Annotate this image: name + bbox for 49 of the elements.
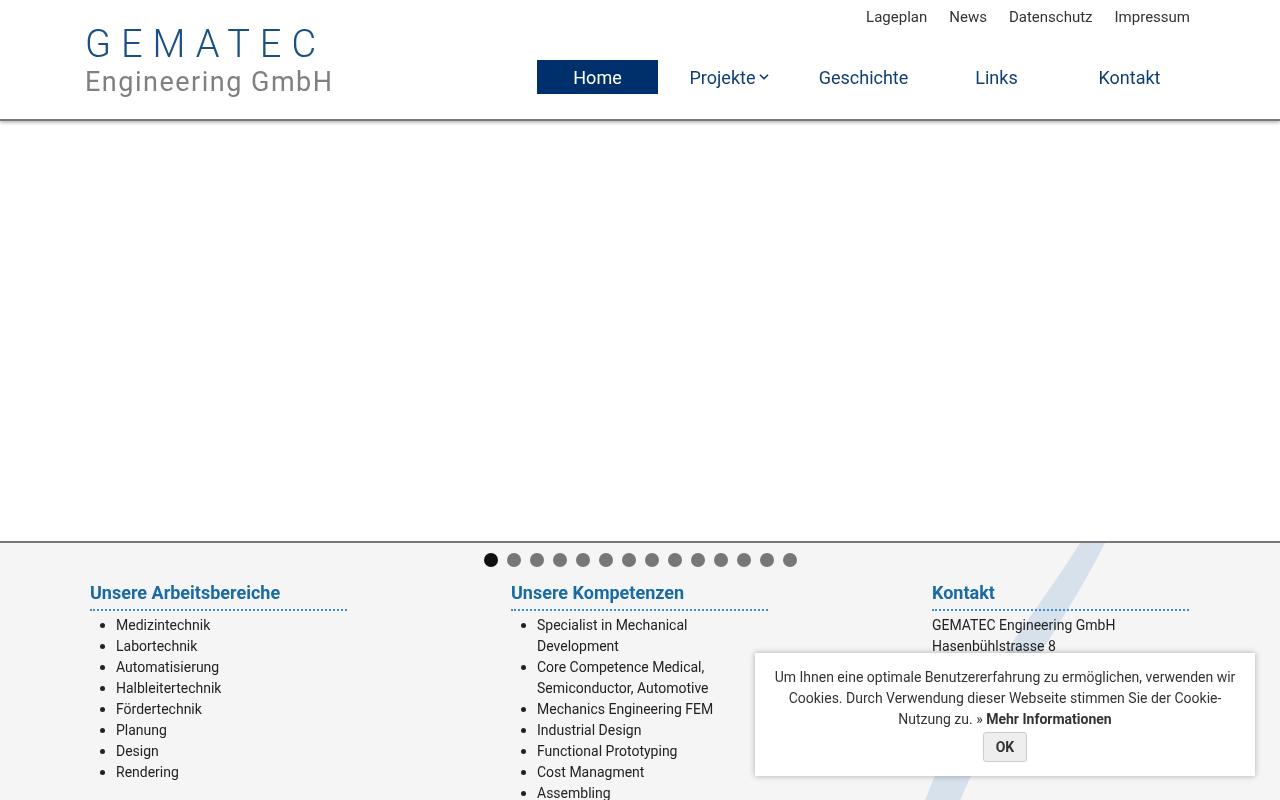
column-heading: Kontakt [932, 581, 1189, 611]
bullet-icon [100, 728, 105, 733]
list-item: Rendering [116, 763, 180, 782]
more-info-link[interactable]: Mehr Informationen [986, 711, 1112, 727]
nav-tab[interactable]: Links [936, 60, 1057, 94]
logo-wordmark: GEMATEC [85, 22, 328, 66]
list-item: Specialist in Mechanical Development [537, 616, 689, 656]
nav-tab[interactable]: Kontakt [1069, 60, 1190, 94]
column-heading: Unsere Kompetenzen [511, 581, 768, 611]
bullet-icon [100, 770, 105, 775]
logo-subtitle: Engineering GmbH [85, 66, 334, 98]
top-link[interactable]: News [949, 6, 987, 60]
list-item: Cost Managment [537, 763, 646, 782]
bullet-icon [521, 707, 526, 712]
nav-tab[interactable]: Geschichte [803, 60, 924, 94]
list-item: Assembling [537, 784, 612, 800]
contact-line: Hasenbühlstrasse 8 [932, 637, 1057, 656]
bullet-icon [100, 749, 105, 754]
bullet-icon [521, 791, 526, 796]
column-heading: Unsere Arbeitsbereiche [90, 581, 347, 611]
list-item: Fördertechnik [116, 700, 203, 719]
nav-tab[interactable]: Home [537, 60, 658, 94]
top-link[interactable]: Impressum [1114, 6, 1190, 60]
bullet-icon [521, 728, 526, 733]
list-item: Planung [116, 721, 168, 740]
list-item: Functional Prototyping [537, 742, 679, 761]
nav-tab[interactable]: Projekte [670, 60, 791, 94]
bullet-icon [100, 644, 105, 649]
list-item: Labortechnik [116, 637, 199, 656]
bullet-icon [100, 623, 105, 628]
bullet-icon [100, 665, 105, 670]
contact-line: GEMATEC Engineering GmbH [932, 616, 1117, 635]
bullet-icon [100, 686, 105, 691]
list-item: Halbleitertechnik [116, 679, 223, 698]
list-item: Automatisierung [116, 658, 221, 677]
list-item: Core Competence Medical, Semiconductor, Automotive [537, 658, 710, 698]
bullet-icon [100, 707, 105, 712]
top-link[interactable]: Datenschutz [1008, 6, 1093, 60]
ok-button[interactable]: OK [982, 732, 1028, 762]
top-link[interactable]: Lageplan [866, 6, 928, 60]
list-item: Medizintechnik [116, 616, 212, 635]
bullet-icon [521, 749, 526, 754]
list-item: Industrial Design [537, 721, 643, 740]
bullet-icon [521, 623, 526, 628]
bullet-icon [521, 770, 526, 775]
cookie-message: Um Ihnen eine optimale Benutzererfahrung zu ermöglichen, verwenden wir Cookies. Durch Verwendung dieser Webseite stimmen Sie der Cookie-Nutzung zu. » Mehr Informationen [773, 668, 1237, 729]
bullet-icon [521, 665, 526, 670]
list-item: Mechanics Engineering FEM [537, 700, 715, 719]
list-item: Design [116, 742, 160, 761]
